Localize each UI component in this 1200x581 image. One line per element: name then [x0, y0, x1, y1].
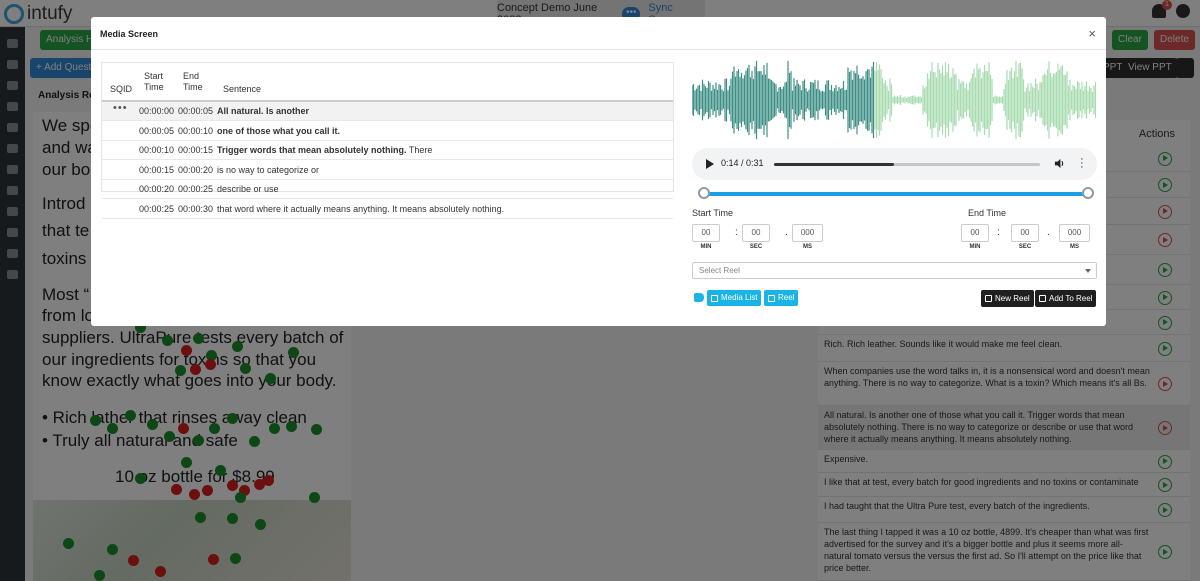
transcript-table: SQID Start Time End Time Sentence ••• 00:… — [101, 62, 674, 219]
sentence-rest: is no way to categorize or — [217, 164, 320, 175]
media-screen-modal: Media Screen × SQID Start Time End Time … — [91, 17, 1106, 326]
chevron-down-icon — [1085, 269, 1091, 273]
sentence-highlight: All natural. Is another — [217, 106, 310, 116]
transcript-row[interactable]: 00:00:25 00:00:30 that word where it actua… — [102, 200, 673, 219]
col-header-start-time: Start Time — [144, 71, 164, 92]
start-time-label: Start Time — [692, 208, 734, 218]
sentence-rest: describe or use — [217, 184, 279, 194]
start-min-input[interactable]: 00 — [692, 224, 720, 242]
start-sec-label: SEC — [749, 244, 763, 250]
select-reel-dropdown[interactable]: Select Reel — [692, 262, 1097, 279]
end-sec-label: SEC — [1018, 244, 1032, 250]
row-sentence: Trigger words that mean absolutely nothi… — [217, 141, 432, 160]
end-dot-separator: . — [1047, 227, 1050, 238]
start-colon-1: : — [735, 227, 738, 238]
video-plus-icon — [1039, 295, 1046, 302]
transcript-row[interactable]: 00:00:20 00:00:25 describe or use — [102, 180, 673, 199]
row-start-time: 00:00:00 — [139, 106, 175, 116]
row-end-time: 00:00:05 — [178, 106, 214, 116]
end-ms-input[interactable]: 000 — [1059, 224, 1090, 242]
transcript-row[interactable]: 00:00:10 00:00:15 Trigger words that mean … — [102, 141, 673, 160]
sentence-highlight: one of those what you call it. — [217, 125, 341, 136]
row-sentence: All natural. Is another — [217, 102, 309, 121]
row-sentence: is no way to categorize or — [217, 161, 319, 180]
tag-icon[interactable] — [694, 293, 704, 302]
trim-end-handle[interactable] — [1082, 187, 1094, 199]
start-ms-input[interactable]: 000 — [792, 224, 823, 242]
row-start-time: 00:00:15 — [139, 164, 175, 175]
start-min-label: MIN — [700, 244, 712, 250]
media-list-button[interactable]: Media List — [707, 290, 762, 306]
end-sec-input[interactable]: 00 — [1011, 224, 1039, 242]
sentence-rest: There — [406, 145, 433, 155]
row-start-time: 00:00:20 — [139, 184, 175, 194]
sentence-highlight: Trigger words that mean absolutely nothi… — [217, 145, 407, 155]
start-ms-label: MS — [803, 244, 812, 250]
external-link-icon — [711, 294, 718, 302]
modal-header: Media Screen × — [91, 17, 1106, 50]
end-colon-1: : — [997, 227, 1000, 238]
reel-button[interactable]: Reel — [764, 290, 799, 306]
row-sentence: describe or use — [217, 180, 279, 199]
media-list-label: Media List — [721, 293, 758, 302]
end-min-label: MIN — [969, 244, 981, 250]
start-sec-input[interactable]: 00 — [742, 224, 770, 242]
row-end-time: 00:00:20 — [178, 164, 214, 175]
col-header-sqid: SQID — [110, 84, 133, 94]
seek-progress — [774, 163, 894, 166]
volume-icon[interactable] — [1054, 158, 1065, 169]
end-time-label: End Time — [968, 208, 1007, 218]
row-sentence: one of those what you call it. — [217, 122, 340, 141]
reel-label: Reel — [778, 293, 795, 302]
audio-player: 0:14 / 0:31 · · · — [692, 148, 1097, 180]
col-header-sentence: Sentence — [223, 84, 262, 94]
seek-bar[interactable] — [774, 163, 1040, 166]
external-link-icon — [768, 294, 775, 302]
start-dot-separator: . — [785, 227, 788, 238]
more-options-icon[interactable]: · · · — [1080, 154, 1084, 173]
row-end-time: 00:00:15 — [178, 145, 214, 155]
film-icon — [985, 295, 992, 302]
modal-title: Media Screen — [100, 29, 159, 39]
row-end-time: 00:00:25 — [178, 184, 214, 194]
new-reel-label: New Reel — [995, 293, 1030, 303]
transcript-row[interactable]: ••• 00:00:00 00:00:05 All natural. Is anoth… — [102, 102, 673, 121]
close-icon[interactable]: × — [1088, 26, 1096, 41]
row-end-time: 00:00:30 — [178, 203, 214, 214]
new-reel-button[interactable]: New Reel — [981, 290, 1034, 307]
play-icon[interactable] — [706, 159, 714, 169]
row-sentence: that word where it actually means anythi… — [217, 200, 504, 219]
select-reel-placeholder: Select Reel — [699, 266, 740, 275]
col-header-end-time: End Time — [183, 71, 203, 92]
trim-start-handle[interactable] — [698, 187, 710, 199]
transcript-row[interactable]: 00:00:15 00:00:20 is no way to categorize … — [102, 161, 673, 180]
row-start-time: 00:00:05 — [139, 125, 175, 136]
end-ms-label: MS — [1070, 244, 1079, 250]
player-time: 0:14 / 0:31 — [721, 158, 764, 168]
row-start-time: 00:00:10 — [139, 145, 175, 155]
row-end-time: 00:00:10 — [178, 125, 214, 136]
audio-waveform[interactable] — [692, 60, 1097, 140]
sentence-rest: that word where it actually means anythi… — [217, 203, 505, 214]
transcript-row[interactable]: 00:00:05 00:00:10 one of those what you ca… — [102, 122, 673, 141]
add-to-reel-label: Add To Reel — [1049, 293, 1093, 303]
row-menu-icon[interactable]: ••• — [113, 99, 128, 118]
add-to-reel-button[interactable]: Add To Reel — [1035, 290, 1097, 307]
row-start-time: 00:00:25 — [139, 203, 175, 214]
trim-range-bar[interactable] — [703, 192, 1088, 196]
end-min-input[interactable]: 00 — [961, 224, 989, 242]
